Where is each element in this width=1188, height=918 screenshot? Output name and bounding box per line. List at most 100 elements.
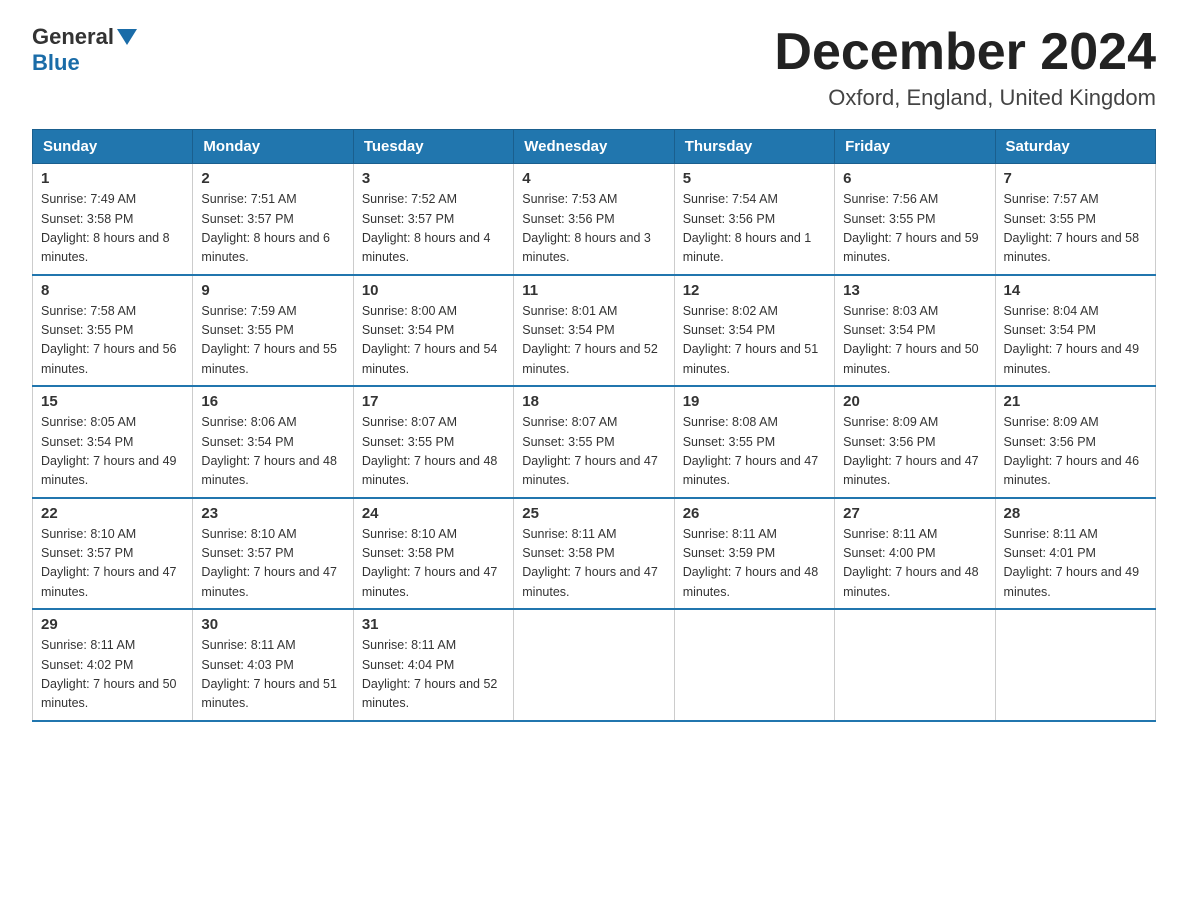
- calendar-cell: 27 Sunrise: 8:11 AM Sunset: 4:00 PM Dayl…: [835, 498, 995, 610]
- sunset-label: Sunset: 3:58 PM: [362, 546, 454, 560]
- header-saturday: Saturday: [995, 130, 1155, 164]
- day-number: 16: [201, 393, 344, 410]
- day-info: Sunrise: 8:10 AM Sunset: 3:57 PM Dayligh…: [41, 525, 184, 603]
- sunrise-label: Sunrise: 8:01 AM: [522, 304, 617, 318]
- daylight-label: Daylight: 8 hours and 6 minutes.: [201, 231, 330, 264]
- day-number: 15: [41, 393, 184, 410]
- title-area: December 2024 Oxford, England, United Ki…: [774, 24, 1156, 111]
- sunset-label: Sunset: 4:02 PM: [41, 658, 133, 672]
- daylight-label: Daylight: 7 hours and 48 minutes.: [201, 454, 337, 487]
- day-number: 24: [362, 505, 505, 522]
- day-number: 2: [201, 170, 344, 187]
- calendar-cell: 11 Sunrise: 8:01 AM Sunset: 3:54 PM Dayl…: [514, 275, 674, 387]
- calendar-cell: 29 Sunrise: 8:11 AM Sunset: 4:02 PM Dayl…: [33, 609, 193, 721]
- sunrise-label: Sunrise: 7:49 AM: [41, 192, 136, 206]
- daylight-label: Daylight: 7 hours and 50 minutes.: [843, 342, 979, 375]
- header-thursday: Thursday: [674, 130, 834, 164]
- calendar-cell: 12 Sunrise: 8:02 AM Sunset: 3:54 PM Dayl…: [674, 275, 834, 387]
- month-title: December 2024: [774, 24, 1156, 81]
- day-number: 20: [843, 393, 986, 410]
- page-header: General Blue December 2024 Oxford, Engla…: [32, 24, 1156, 111]
- sunset-label: Sunset: 3:56 PM: [843, 435, 935, 449]
- day-number: 23: [201, 505, 344, 522]
- day-info: Sunrise: 8:11 AM Sunset: 4:03 PM Dayligh…: [201, 636, 344, 714]
- day-info: Sunrise: 8:07 AM Sunset: 3:55 PM Dayligh…: [362, 413, 505, 491]
- sunrise-label: Sunrise: 8:09 AM: [1004, 415, 1099, 429]
- sunset-label: Sunset: 3:55 PM: [843, 212, 935, 226]
- daylight-label: Daylight: 7 hours and 52 minutes.: [362, 677, 498, 710]
- day-number: 3: [362, 170, 505, 187]
- day-info: Sunrise: 7:52 AM Sunset: 3:57 PM Dayligh…: [362, 190, 505, 268]
- daylight-label: Daylight: 7 hours and 56 minutes.: [41, 342, 177, 375]
- calendar-cell: 23 Sunrise: 8:10 AM Sunset: 3:57 PM Dayl…: [193, 498, 353, 610]
- day-number: 17: [362, 393, 505, 410]
- daylight-label: Daylight: 7 hours and 50 minutes.: [41, 677, 177, 710]
- sunset-label: Sunset: 3:54 PM: [41, 435, 133, 449]
- sunrise-label: Sunrise: 7:54 AM: [683, 192, 778, 206]
- daylight-label: Daylight: 7 hours and 51 minutes.: [683, 342, 819, 375]
- day-info: Sunrise: 8:10 AM Sunset: 3:58 PM Dayligh…: [362, 525, 505, 603]
- sunset-label: Sunset: 3:54 PM: [683, 323, 775, 337]
- sunrise-label: Sunrise: 8:11 AM: [201, 638, 295, 652]
- calendar-cell: 3 Sunrise: 7:52 AM Sunset: 3:57 PM Dayli…: [353, 164, 513, 275]
- daylight-label: Daylight: 7 hours and 47 minutes.: [522, 565, 658, 598]
- location-title: Oxford, England, United Kingdom: [774, 85, 1156, 111]
- day-info: Sunrise: 8:11 AM Sunset: 4:02 PM Dayligh…: [41, 636, 184, 714]
- calendar-cell: 26 Sunrise: 8:11 AM Sunset: 3:59 PM Dayl…: [674, 498, 834, 610]
- calendar-week-3: 15 Sunrise: 8:05 AM Sunset: 3:54 PM Dayl…: [33, 386, 1156, 498]
- day-info: Sunrise: 8:05 AM Sunset: 3:54 PM Dayligh…: [41, 413, 184, 491]
- day-number: 10: [362, 282, 505, 299]
- sunrise-label: Sunrise: 8:11 AM: [843, 527, 937, 541]
- day-info: Sunrise: 8:10 AM Sunset: 3:57 PM Dayligh…: [201, 525, 344, 603]
- sunset-label: Sunset: 3:56 PM: [683, 212, 775, 226]
- calendar-cell: 1 Sunrise: 7:49 AM Sunset: 3:58 PM Dayli…: [33, 164, 193, 275]
- calendar-week-4: 22 Sunrise: 8:10 AM Sunset: 3:57 PM Dayl…: [33, 498, 1156, 610]
- daylight-label: Daylight: 7 hours and 49 minutes.: [41, 454, 177, 487]
- sunset-label: Sunset: 3:57 PM: [41, 546, 133, 560]
- sunset-label: Sunset: 3:54 PM: [362, 323, 454, 337]
- logo-triangle-icon: [117, 29, 137, 45]
- calendar-cell: 25 Sunrise: 8:11 AM Sunset: 3:58 PM Dayl…: [514, 498, 674, 610]
- day-info: Sunrise: 7:59 AM Sunset: 3:55 PM Dayligh…: [201, 302, 344, 380]
- day-info: Sunrise: 7:49 AM Sunset: 3:58 PM Dayligh…: [41, 190, 184, 268]
- day-number: 12: [683, 282, 826, 299]
- sunrise-label: Sunrise: 7:52 AM: [362, 192, 457, 206]
- day-info: Sunrise: 7:56 AM Sunset: 3:55 PM Dayligh…: [843, 190, 986, 268]
- day-number: 21: [1004, 393, 1147, 410]
- daylight-label: Daylight: 7 hours and 49 minutes.: [1004, 342, 1140, 375]
- logo-general-text: General: [32, 24, 114, 50]
- sunset-label: Sunset: 3:55 PM: [201, 323, 293, 337]
- day-number: 27: [843, 505, 986, 522]
- sunrise-label: Sunrise: 8:11 AM: [683, 527, 777, 541]
- day-info: Sunrise: 8:07 AM Sunset: 3:55 PM Dayligh…: [522, 413, 665, 491]
- day-info: Sunrise: 7:51 AM Sunset: 3:57 PM Dayligh…: [201, 190, 344, 268]
- calendar-cell: 16 Sunrise: 8:06 AM Sunset: 3:54 PM Dayl…: [193, 386, 353, 498]
- sunrise-label: Sunrise: 8:11 AM: [1004, 527, 1098, 541]
- sunrise-label: Sunrise: 7:56 AM: [843, 192, 938, 206]
- day-info: Sunrise: 7:58 AM Sunset: 3:55 PM Dayligh…: [41, 302, 184, 380]
- day-number: 19: [683, 393, 826, 410]
- header-monday: Monday: [193, 130, 353, 164]
- daylight-label: Daylight: 8 hours and 3 minutes.: [522, 231, 651, 264]
- calendar-cell: 15 Sunrise: 8:05 AM Sunset: 3:54 PM Dayl…: [33, 386, 193, 498]
- calendar-cell: 2 Sunrise: 7:51 AM Sunset: 3:57 PM Dayli…: [193, 164, 353, 275]
- sunset-label: Sunset: 4:04 PM: [362, 658, 454, 672]
- day-number: 25: [522, 505, 665, 522]
- day-info: Sunrise: 8:09 AM Sunset: 3:56 PM Dayligh…: [843, 413, 986, 491]
- daylight-label: Daylight: 7 hours and 59 minutes.: [843, 231, 979, 264]
- sunset-label: Sunset: 3:54 PM: [843, 323, 935, 337]
- daylight-label: Daylight: 7 hours and 47 minutes.: [522, 454, 658, 487]
- sunrise-label: Sunrise: 8:11 AM: [362, 638, 456, 652]
- calendar-cell: 8 Sunrise: 7:58 AM Sunset: 3:55 PM Dayli…: [33, 275, 193, 387]
- daylight-label: Daylight: 7 hours and 49 minutes.: [1004, 565, 1140, 598]
- day-number: 4: [522, 170, 665, 187]
- sunset-label: Sunset: 3:55 PM: [1004, 212, 1096, 226]
- sunset-label: Sunset: 3:59 PM: [683, 546, 775, 560]
- calendar-week-1: 1 Sunrise: 7:49 AM Sunset: 3:58 PM Dayli…: [33, 164, 1156, 275]
- calendar-cell: [995, 609, 1155, 721]
- sunset-label: Sunset: 3:58 PM: [522, 546, 614, 560]
- calendar-cell: [514, 609, 674, 721]
- sunset-label: Sunset: 4:01 PM: [1004, 546, 1096, 560]
- day-number: 7: [1004, 170, 1147, 187]
- calendar-cell: 22 Sunrise: 8:10 AM Sunset: 3:57 PM Dayl…: [33, 498, 193, 610]
